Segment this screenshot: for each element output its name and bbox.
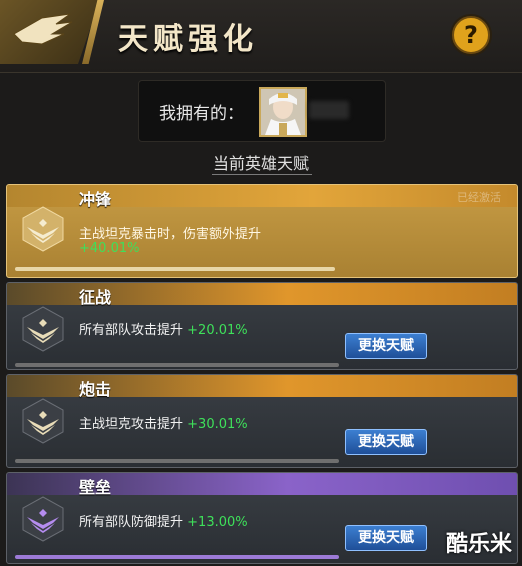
talent-description-line: 所有部队攻击提升 +20.01% xyxy=(79,319,248,338)
change-talent-button[interactable]: 更换天赋 xyxy=(345,333,427,359)
talent-card-bombard: 炮击 主战坦克攻击提升 +30.01% 更换天赋 xyxy=(6,374,518,468)
hero-count-blurred xyxy=(309,101,349,119)
section-title-underline xyxy=(212,174,312,175)
help-button[interactable]: ? xyxy=(452,16,490,54)
talent-wing-icon xyxy=(22,206,64,252)
talent-card-charge[interactable]: 冲锋 已经激活 主战坦克暴击时，伤害额外提升 +40.01% xyxy=(6,184,518,278)
talent-value: +13.00% xyxy=(187,515,248,530)
talent-description: 主战坦克攻击提升 xyxy=(79,417,184,432)
owned-label: 我拥有的： xyxy=(159,104,244,124)
talent-name: 冲锋 xyxy=(79,190,112,209)
talent-progress-bar xyxy=(15,555,339,559)
talent-wing-icon xyxy=(22,398,64,444)
talent-card-bulwark: 壁垒 所有部队防御提升 +13.00% 更换天赋 xyxy=(6,472,518,564)
talent-wing-icon xyxy=(22,306,64,352)
talent-description-line: 主战坦克攻击提升 +30.01% xyxy=(79,413,248,432)
talent-wing-icon xyxy=(22,496,64,542)
talent-value: +30.01% xyxy=(187,417,248,432)
talent-value: +40.01% xyxy=(79,241,140,256)
change-talent-button[interactable]: 更换天赋 xyxy=(345,429,427,455)
eagle-icon xyxy=(13,13,73,45)
talent-description-line: 所有部队防御提升 +13.00% xyxy=(79,511,248,530)
talent-name: 炮击 xyxy=(79,380,112,399)
header-bar: 天赋强化 ? xyxy=(0,0,522,73)
talent-value: +20.01% xyxy=(187,323,248,338)
owned-items-box: 我拥有的： xyxy=(138,80,386,142)
hero-avatar[interactable] xyxy=(259,87,307,137)
hero-portrait-icon xyxy=(261,89,305,135)
talent-description: 所有部队防御提升 xyxy=(79,515,184,530)
talent-name: 征战 xyxy=(79,288,112,307)
talent-card-campaign: 征战 所有部队攻击提升 +20.01% 更换天赋 xyxy=(6,282,518,370)
talent-progress-bar xyxy=(15,363,339,367)
talent-description: 所有部队攻击提升 xyxy=(79,323,184,338)
talent-progress-bar xyxy=(15,267,335,271)
section-title: 当前英雄天赋 xyxy=(212,154,309,173)
talent-description: 主战坦克暴击时，伤害额外提升 xyxy=(79,227,262,242)
watermark-text: 酷乐米 xyxy=(445,532,512,557)
change-talent-button[interactable]: 更换天赋 xyxy=(345,525,427,551)
active-badge: 已经激活 xyxy=(457,191,501,204)
talent-name: 壁垒 xyxy=(79,478,112,497)
talent-progress-bar xyxy=(15,459,339,463)
page-title: 天赋强化 xyxy=(118,22,258,57)
